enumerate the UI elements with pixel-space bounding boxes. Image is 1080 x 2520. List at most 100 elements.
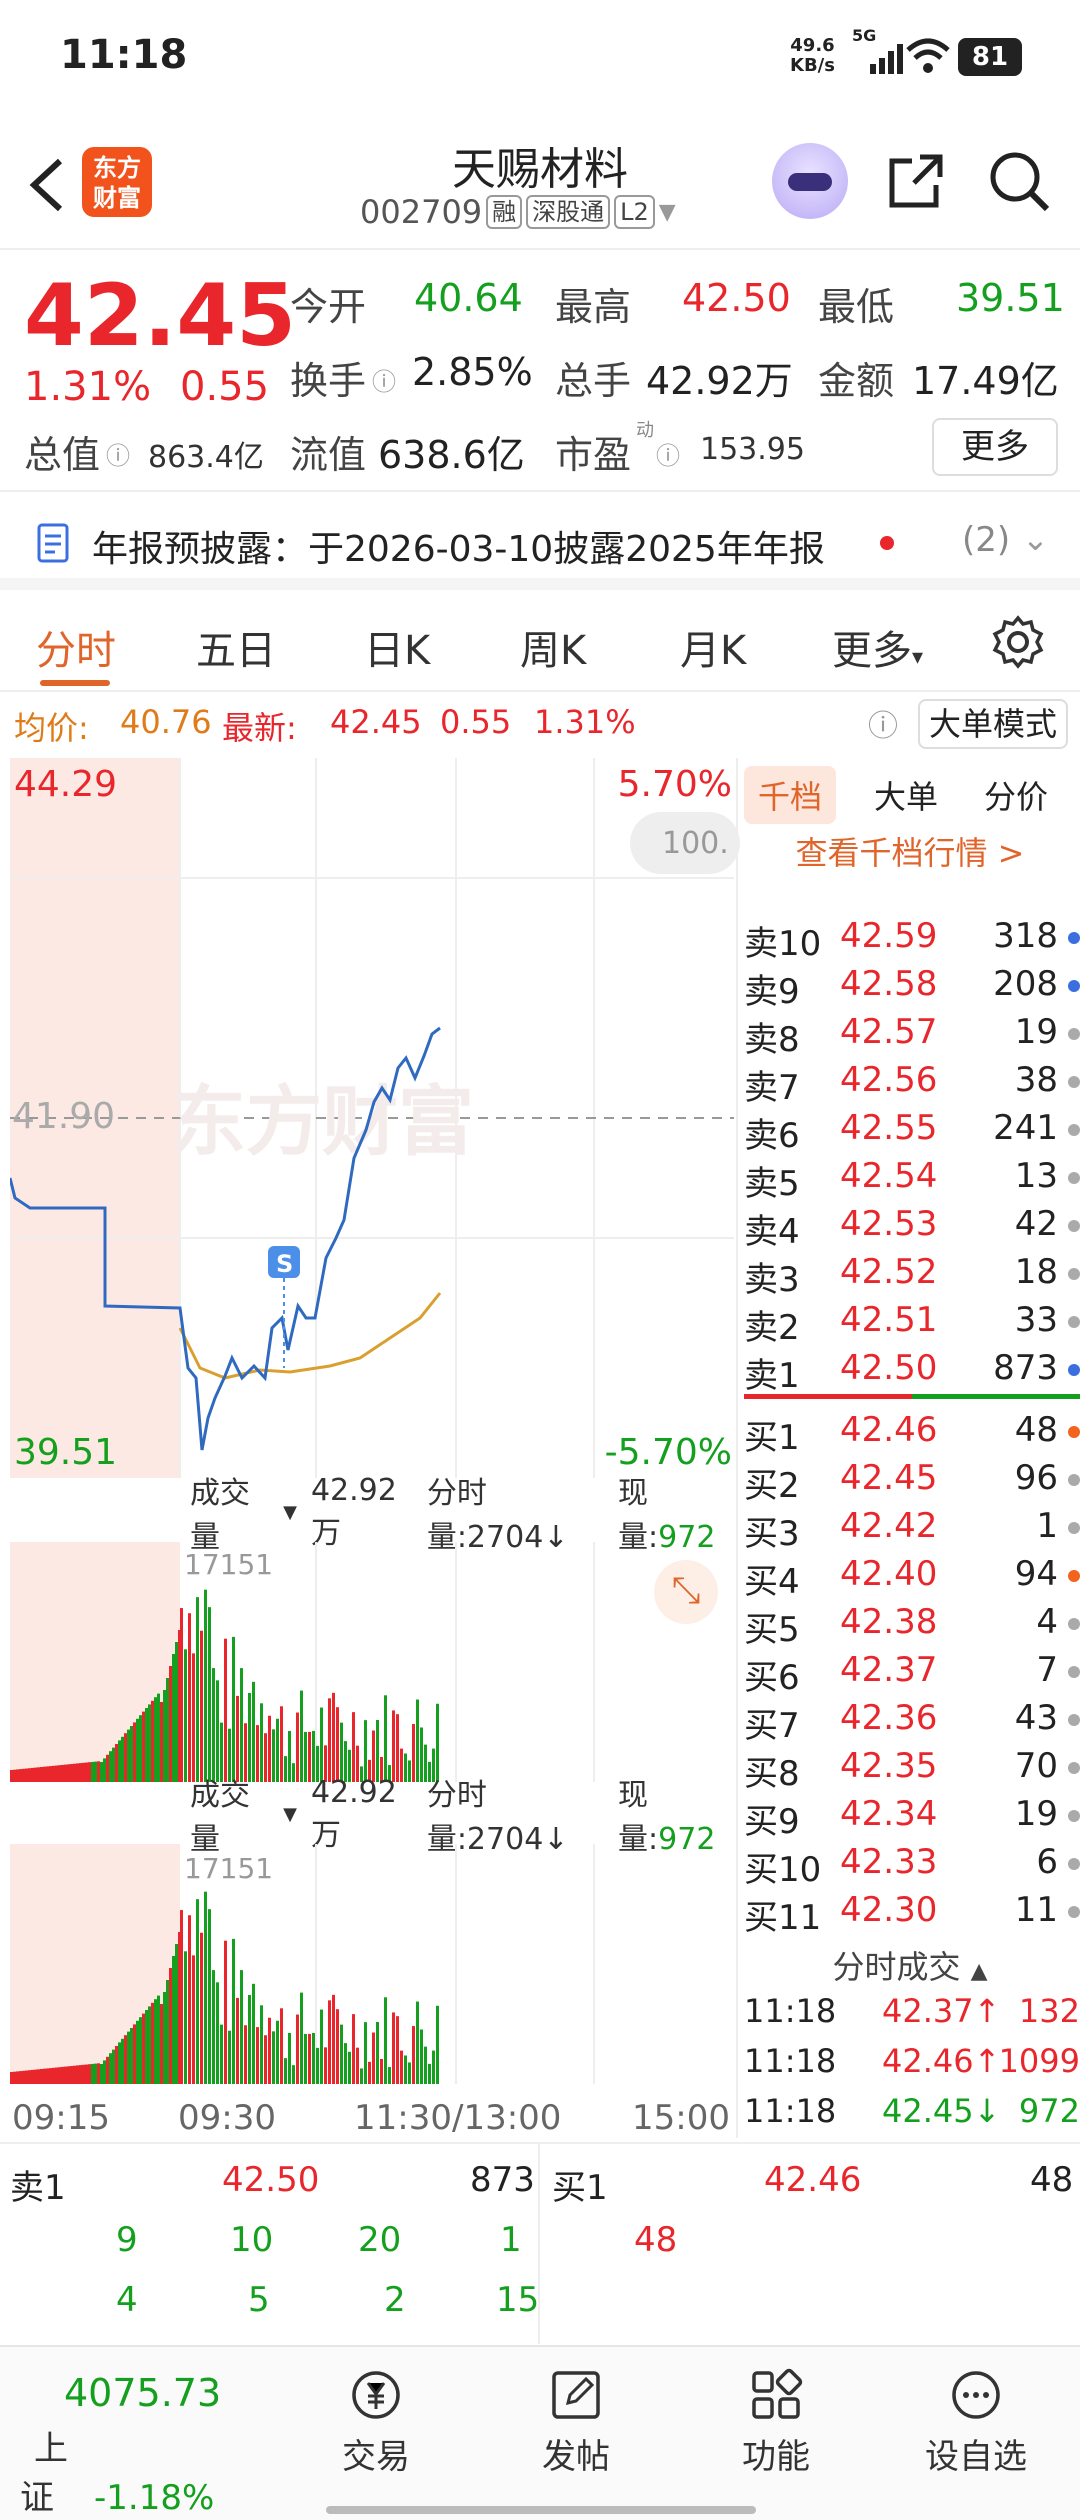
- level-qty: 7: [1036, 1650, 1058, 1690]
- intraday-chart[interactable]: 东方财富 S 44.29 5.70% 100. 41.90 39.51 -5.7…: [10, 758, 740, 1478]
- nav-post[interactable]: 发帖: [496, 2367, 656, 2478]
- level-qty: 6: [1036, 1842, 1058, 1882]
- sell-row[interactable]: 卖8 42.57 19: [744, 1012, 1080, 1060]
- open-label: 今开: [290, 285, 367, 329]
- tab-monthly-k[interactable]: 月K: [680, 618, 746, 676]
- tab-more[interactable]: 更多▾: [832, 618, 923, 676]
- caret-down-icon: ▼: [283, 1501, 297, 1523]
- sell-row[interactable]: 卖4 42.53 42: [744, 1204, 1080, 1252]
- buy-row[interactable]: 买5 42.38 4: [744, 1602, 1080, 1650]
- change-pct: 1.31%: [24, 364, 152, 410]
- help-icon[interactable]: ⓘ: [868, 701, 898, 745]
- volume-bar: [280, 1706, 283, 1782]
- volume-bar: [160, 1702, 163, 1782]
- big-order-mode-button[interactable]: 大单模式: [918, 699, 1068, 749]
- assistant-avatar-icon[interactable]: [772, 143, 848, 219]
- tab-weekly-k[interactable]: 周K: [520, 618, 586, 676]
- sell-row[interactable]: 卖3 42.52 18: [744, 1252, 1080, 1300]
- volume-bar: [112, 2049, 115, 2084]
- level-dot: [1068, 1570, 1080, 1582]
- tab-intraday[interactable]: 分时: [36, 618, 116, 676]
- bottom-pct-label: -5.70%: [604, 1432, 732, 1473]
- gear-icon[interactable]: [990, 614, 1046, 670]
- tab-daily-k[interactable]: 日K: [364, 618, 430, 676]
- volume-bar: [85, 2064, 88, 2084]
- avg-value: 40.76: [120, 703, 212, 741]
- volume-header[interactable]: 成交量 ▼ 42.92万 分时量:2704↓ 现量:972: [190, 1473, 730, 1556]
- zoom-pill[interactable]: 100.: [630, 812, 740, 874]
- volume-bar: [336, 2009, 339, 2084]
- volume-bar: [22, 1768, 25, 1782]
- stock-code: 002709: [360, 193, 483, 231]
- tab-price-dist[interactable]: 分价: [970, 766, 1062, 824]
- buy-row[interactable]: 买8 42.35 70: [744, 1746, 1080, 1794]
- volume-chart: [10, 1542, 595, 1782]
- buy-row[interactable]: 买1 42.46 48: [744, 1410, 1080, 1458]
- tab-five-day[interactable]: 五日: [196, 618, 276, 676]
- nav-functions[interactable]: 功能: [696, 2367, 856, 2478]
- volume-bar: [436, 2005, 439, 2084]
- trade-price: 42.37↑: [882, 1992, 1001, 2030]
- nav-add-watchlist[interactable]: 设自选: [896, 2367, 1056, 2478]
- sell-row[interactable]: 卖2 42.51 33: [744, 1300, 1080, 1348]
- volume-bar: [73, 2065, 76, 2084]
- queue-item: 10: [230, 2220, 274, 2260]
- volume-bar: [208, 1607, 211, 1782]
- trade-time: 11:18: [744, 2092, 837, 2130]
- buy-row[interactable]: 买11 42.30 11: [744, 1890, 1080, 1938]
- sell-row[interactable]: 卖1 42.50 873: [744, 1348, 1080, 1396]
- volume-bar: [316, 2047, 319, 2084]
- queue-item: 9: [116, 2220, 138, 2260]
- tab-big-orders[interactable]: 大单: [860, 766, 952, 824]
- buy-row[interactable]: 买7 42.36 43: [744, 1698, 1080, 1746]
- buy-row[interactable]: 买4 42.40 94: [744, 1554, 1080, 1602]
- announcement-bar[interactable]: 年报预披露：于2026-03-10披露2025年年报 (2) ⌄: [0, 490, 1080, 590]
- volume-bar: [300, 1992, 303, 2084]
- sell-row[interactable]: 卖10 42.59 318: [744, 916, 1080, 964]
- home-indicator: [326, 2506, 756, 2514]
- level-dot: [1068, 1172, 1080, 1184]
- view-depth-link[interactable]: 查看千档行情 >: [738, 828, 1080, 874]
- volume-chart-2: [10, 1844, 595, 2084]
- info-icon[interactable]: ⓘ: [372, 362, 396, 397]
- buy-row[interactable]: 买9 42.34 19: [744, 1794, 1080, 1842]
- stock-code-row[interactable]: 002709 融 深股通 L2 ▼: [360, 193, 676, 231]
- sell-row[interactable]: 卖5 42.54 13: [744, 1156, 1080, 1204]
- index-widget[interactable]: 4075.73 上证 -1.18%: [20, 2371, 260, 2519]
- volume-bar: [151, 1700, 154, 1782]
- sell-row[interactable]: 卖9 42.58 208: [744, 964, 1080, 1012]
- sell-row[interactable]: 卖7 42.56 38: [744, 1060, 1080, 1108]
- volume-bar: [412, 1724, 415, 1782]
- trade-price: 42.46↑: [882, 2042, 1001, 2080]
- turnover-value: 2.85%: [412, 350, 533, 394]
- more-quote-button[interactable]: 更多: [932, 418, 1058, 476]
- volume-bar: [340, 1722, 343, 1782]
- nav-trade[interactable]: 交易: [296, 2367, 456, 2478]
- sell-row[interactable]: 卖6 42.55 241: [744, 1108, 1080, 1156]
- buy-row[interactable]: 买10 42.33 6: [744, 1842, 1080, 1890]
- volume-bar: [52, 2067, 55, 2084]
- expand-icon[interactable]: ⤡: [654, 1560, 718, 1624]
- queue-buy-label: 买1: [552, 2168, 608, 2208]
- buy-row[interactable]: 买3 42.42 1: [744, 1506, 1080, 1554]
- volume-bar: [97, 1761, 100, 1782]
- volume-label: 总手: [555, 359, 632, 403]
- net-speed-unit: KB/s: [790, 55, 835, 76]
- trades-title[interactable]: 分时成交 ▲: [738, 1942, 1080, 1988]
- info-icon[interactable]: ⓘ: [656, 436, 680, 471]
- volume-bar: [136, 1718, 139, 1782]
- queue-item: 15: [496, 2280, 540, 2320]
- chevron-down-icon[interactable]: ⌄: [1022, 520, 1049, 558]
- volume-bar: [25, 2070, 28, 2084]
- volume-header-2[interactable]: 成交量 ▼ 42.92万 分时量:2704↓ 现量:972: [190, 1775, 730, 1858]
- wifi-icon: [906, 38, 950, 73]
- share-icon[interactable]: [884, 149, 948, 213]
- buy-row[interactable]: 买2 42.45 96: [744, 1458, 1080, 1506]
- caret-up-icon: ▲: [970, 1959, 988, 1984]
- search-icon[interactable]: [985, 147, 1053, 215]
- info-icon[interactable]: ⓘ: [106, 436, 130, 471]
- grid-icon: [752, 2368, 803, 2419]
- level-name: 卖2: [744, 1308, 800, 1348]
- buy-row[interactable]: 买6 42.37 7: [744, 1650, 1080, 1698]
- tab-depth[interactable]: 千档: [744, 766, 837, 824]
